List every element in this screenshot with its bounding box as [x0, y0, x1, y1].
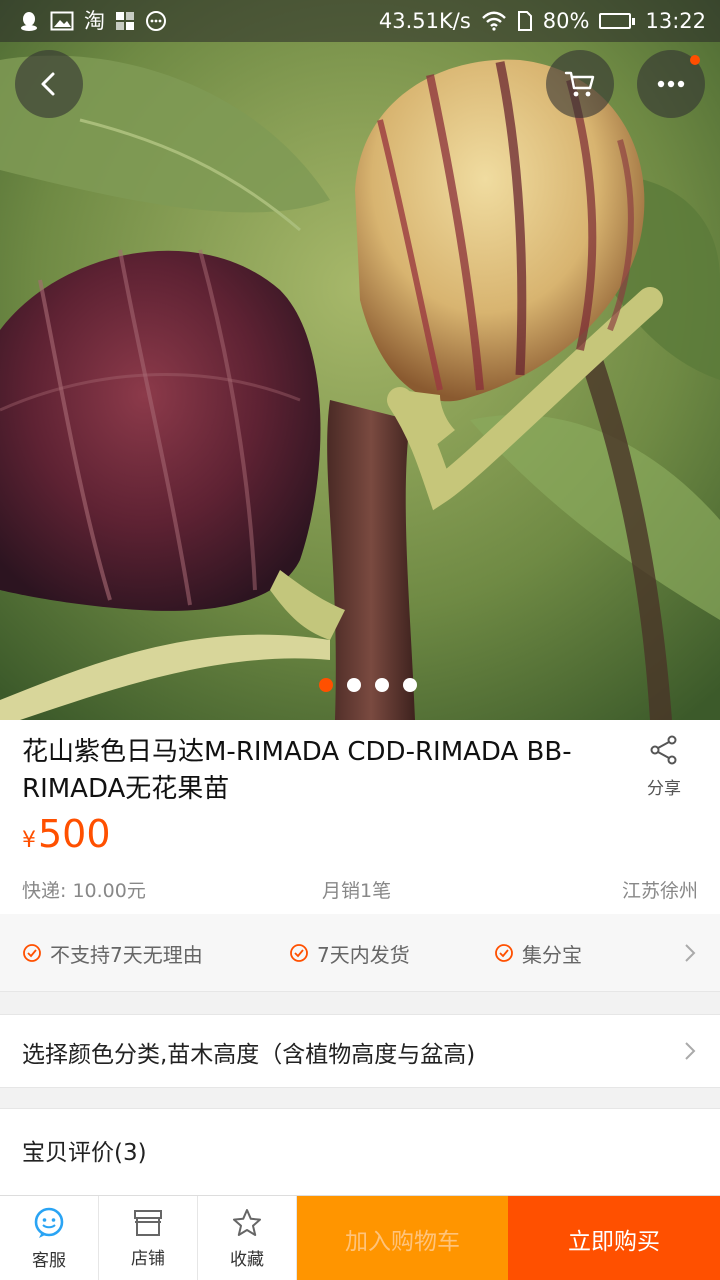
clock: 13:22 [645, 9, 706, 33]
guarantee-item: 不支持7天无理由 [22, 914, 203, 992]
check-circle-icon [290, 944, 308, 962]
star-icon [233, 1209, 261, 1236]
currency-symbol: ¥ [22, 828, 36, 853]
notification-dot [690, 55, 700, 65]
guarantee-label: 不支持7天无理由 [50, 942, 203, 967]
chevron-right-icon [685, 944, 696, 962]
carousel-dot-active[interactable] [318, 678, 333, 692]
carousel-indicator [0, 678, 720, 692]
reviews-header: 宝贝评价(3) [22, 1140, 147, 1166]
chevron-right-icon [685, 1042, 696, 1060]
image-icon [50, 11, 74, 31]
product-title: 花山紫色日马达M-RIMADA CDD-RIMADA BB-RIMADA无花果苗 [22, 737, 572, 804]
more-icon [657, 80, 685, 88]
check-circle-icon [495, 944, 513, 962]
bottom-action-bar: 客服 店铺 收藏 加入购物车 立即购买 [0, 1195, 720, 1280]
qq-icon [21, 12, 37, 31]
product-info-section: 花山紫色日马达M-RIMADA CDD-RIMADA BB-RIMADA无花果苗… [0, 720, 720, 914]
status-notification-icons: 淘 [18, 10, 167, 32]
guarantee-label: 7天内发货 [317, 942, 410, 967]
more-button[interactable] [637, 50, 705, 118]
status-system-info: 43.51K/s 80% 13:22 [379, 9, 706, 33]
carousel-dot[interactable] [374, 678, 389, 692]
carousel-dot[interactable] [402, 678, 417, 692]
network-speed: 43.51K/s [378, 9, 471, 33]
product-reviews-section[interactable]: 宝贝评价(3) [0, 1108, 720, 1198]
ship-from-location: 江苏徐州 [621, 880, 698, 902]
taobao-icon: 淘 [84, 8, 105, 33]
customer-service-label: 客服 [32, 1251, 66, 1271]
customer-service-icon [34, 1207, 64, 1238]
guarantee-item: 7天内发货 [289, 914, 410, 992]
apps-icon [116, 12, 134, 30]
monthly-sales: 月销1笔 [322, 880, 392, 902]
store-icon [134, 1210, 162, 1236]
share-label: 分享 [647, 779, 681, 799]
buy-now-button[interactable]: 立即购买 [508, 1196, 720, 1280]
customer-service-tab[interactable]: 客服 [0, 1196, 99, 1280]
battery-percent: 80% [542, 9, 590, 33]
favorite-tab[interactable]: 收藏 [198, 1196, 297, 1280]
service-guarantees[interactable]: 不支持7天无理由 7天内发货 集分宝 [0, 914, 720, 992]
carousel-dot[interactable] [346, 678, 361, 692]
guarantee-label: 集分宝 [522, 942, 582, 967]
favorite-label: 收藏 [230, 1250, 264, 1270]
product-image-carousel[interactable] [0, 0, 720, 720]
back-button[interactable] [15, 50, 83, 118]
select-sku-row[interactable]: 选择颜色分类,苗木高度（含植物高度与盆高) [0, 1014, 720, 1088]
store-tab[interactable]: 店铺 [99, 1196, 198, 1280]
battery-icon [599, 13, 636, 29]
check-circle-icon [23, 944, 41, 962]
product-price: ¥500 [22, 812, 111, 863]
cart-icon [564, 71, 595, 97]
share-button[interactable]: 分享 [630, 734, 698, 799]
product-detail-page: 淘 43.51K/s 80% 13:22 花山紫色日马达M-RIMADA CDD… [0, 0, 720, 1280]
wifi-icon [481, 11, 506, 31]
status-bar: 淘 43.51K/s 80% 13:22 [0, 0, 720, 42]
price-value: 500 [38, 812, 111, 856]
sim-icon [517, 11, 532, 31]
back-icon [41, 72, 55, 96]
cart-button[interactable] [546, 50, 614, 118]
store-label: 店铺 [131, 1249, 165, 1269]
chat-icon [146, 11, 166, 31]
shipping-fee: 快递: 10.00元 [22, 880, 146, 902]
product-photo [0, 0, 720, 720]
share-icon [650, 735, 677, 765]
select-sku-label: 选择颜色分类,苗木高度（含植物高度与盆高) [22, 1042, 476, 1068]
add-to-cart-button[interactable]: 加入购物车 [297, 1196, 508, 1280]
guarantee-item: 集分宝 [494, 914, 582, 992]
